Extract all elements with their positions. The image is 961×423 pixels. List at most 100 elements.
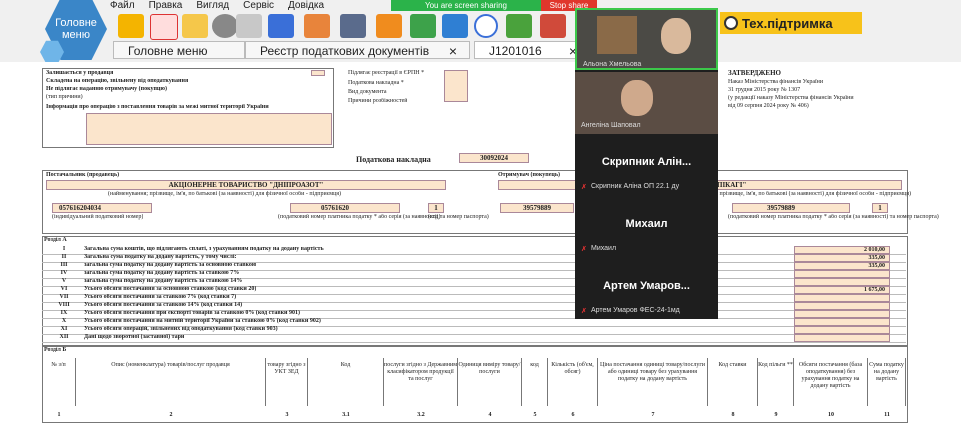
row-number: III — [60, 262, 68, 268]
menu-help[interactable]: Довідка — [288, 0, 324, 12]
row-value-field[interactable] — [794, 310, 890, 318]
open-folder-icon[interactable] — [182, 14, 208, 38]
settings-gear-icon[interactable] — [212, 14, 238, 38]
search-icon[interactable] — [474, 14, 498, 38]
participant-tile-active[interactable]: Альона Хмельова — [575, 8, 718, 70]
checkbox-field[interactable] — [311, 70, 325, 76]
seller-num: 1 — [434, 204, 438, 212]
check-icon[interactable] — [410, 14, 436, 38]
document-number-field[interactable]: 30092024 — [459, 153, 529, 163]
section-b-column-header: код — [522, 358, 548, 406]
sign-icon[interactable] — [442, 14, 468, 38]
tab-main-menu[interactable]: Головне меню — [113, 41, 245, 59]
section-b-column-header: товару згідно з УКТ ЗЕД — [266, 358, 308, 406]
pdf-icon[interactable] — [540, 14, 566, 38]
row-value: 335,00 — [868, 255, 886, 261]
row-value-field[interactable] — [794, 270, 890, 278]
support-icon — [724, 16, 738, 30]
row-value-field[interactable] — [794, 318, 890, 326]
participant-display-name: Михаил — [625, 218, 668, 230]
menu-file[interactable]: Файл — [110, 0, 135, 12]
seller-name-caption: (найменування; прізвище, ім'я, по батько… — [108, 191, 342, 197]
section-b-column-number: 8 — [731, 412, 735, 418]
header-row: Складена на операцію, звільнену від опод… — [46, 78, 189, 84]
seller-ipn-caption: (індивідуальний податковий номер) — [52, 214, 144, 220]
tab-tax-registry[interactable]: Реєстр податкових документів × — [245, 41, 470, 59]
buyer-code-field[interactable]: 39579889 — [732, 203, 850, 213]
tab-label: Головне меню — [128, 44, 208, 58]
delete-document-icon[interactable] — [150, 14, 178, 40]
participant-name: Ангеліна Шаповал — [581, 122, 641, 129]
row-number: XI — [60, 326, 68, 332]
buyer-ipn-field[interactable]: 39579889 — [500, 203, 574, 213]
row-text: Дані щодо зворотної (заставної) тари — [84, 334, 185, 340]
tab-close-icon[interactable]: × — [449, 42, 457, 60]
registration-fields[interactable] — [444, 70, 468, 102]
seller-num-caption: (код) — [428, 214, 441, 220]
row-value-field[interactable] — [794, 278, 890, 286]
participant-name: Альона Хмельова — [583, 61, 642, 68]
row-text: Усього обсяги постачання за ставкою 7% (… — [84, 294, 237, 300]
header-row: (тип причини) — [46, 94, 83, 100]
section-b-column-header: Код пільги ** — [758, 358, 794, 406]
seller-code-field[interactable]: 05761620 — [290, 203, 400, 213]
tech-support-button[interactable]: Тех.підтримка — [720, 12, 862, 34]
bookshelf-background — [597, 16, 637, 54]
section-b-column-header: Опис (номенклатура) товарів/послуг прода… — [76, 358, 266, 406]
print-icon[interactable] — [340, 14, 366, 38]
row-number: I — [62, 246, 66, 252]
add-document-icon[interactable] — [118, 14, 144, 38]
section-b-column-number: 4 — [488, 412, 492, 418]
muted-mic-icon: ✗ — [581, 184, 587, 191]
row-value-field[interactable] — [794, 334, 890, 342]
row-value-field[interactable] — [794, 294, 890, 302]
buyer-num-field[interactable]: 1 — [872, 203, 888, 213]
save-icon[interactable] — [268, 14, 294, 38]
row-value-field[interactable]: 1 675,00 — [794, 286, 890, 294]
participant-tile[interactable]: Михаил ✗ Михаил — [575, 198, 718, 258]
table-icon[interactable] — [506, 14, 532, 38]
copy-icon[interactable] — [236, 14, 262, 38]
section-b-column-header: Одиниця виміру товару/послуги — [458, 358, 522, 406]
section-b-column-number: 3.1 — [342, 412, 350, 418]
seller-label: Постачальник (продавець) — [46, 172, 120, 178]
seller-name: АКЦІОНЕРНЕ ТОВАРИСТВО "ДНІПРОАЗОТ" — [168, 181, 324, 189]
muted-mic-icon: ✗ — [581, 308, 587, 315]
approval-line: 31 грудня 2015 року № 1307 — [728, 87, 801, 93]
export-operation-fields[interactable] — [86, 113, 332, 145]
send-icon[interactable] — [376, 14, 402, 38]
support-label: Тех.підтримка — [742, 15, 833, 31]
row-number: VII — [59, 294, 69, 300]
section-b-label: Розділ Б — [44, 347, 67, 353]
participant-tile[interactable]: Ангеліна Шаповал — [575, 72, 718, 134]
menu-edit[interactable]: Правка — [149, 0, 183, 12]
seller-num-field[interactable]: 1 — [428, 203, 444, 213]
menu-view[interactable]: Вигляд — [196, 0, 229, 12]
menu-service[interactable]: Сервіс — [243, 0, 274, 12]
menu-bar: Файл Правка Вигляд Сервіс Довідка — [110, 0, 324, 12]
row-value-field[interactable] — [794, 326, 890, 334]
row-value-field[interactable]: 335,00 — [794, 262, 890, 270]
row-value-field[interactable] — [794, 302, 890, 310]
approval-title: ЗАТВЕРДЖЕНО — [728, 70, 781, 77]
section-b-column-number: 9 — [774, 412, 778, 418]
row-value-field[interactable]: 2 010,00 — [794, 246, 890, 254]
section-b-column-header: Кількість (об'єм, обсяг) — [548, 358, 598, 406]
seller-name-field[interactable]: АКЦІОНЕРНЕ ТОВАРИСТВО "ДНІПРОАЗОТ" — [46, 180, 446, 190]
meeting-video-panel: Альона Хмельова Ангеліна Шаповал Скрипни… — [575, 8, 718, 319]
seller-ipn-field[interactable]: 057616204034 — [52, 203, 152, 213]
export-icon[interactable] — [304, 14, 330, 38]
row-text: загальна сума податку на додану вартість… — [84, 270, 240, 276]
participant-tile[interactable]: Артем Умаров... ✗ Артем Умаров ФЕС-24-1м… — [575, 260, 718, 319]
screen-sharing-indicator: You are screen sharing — [391, 0, 541, 11]
seller-ipn: 057616204034 — [59, 204, 101, 212]
section-b-column-header: Сума податку на додану вартість — [868, 358, 906, 406]
tab-j1201016[interactable]: J1201016 × — [474, 41, 584, 59]
section-b-column-number: 2 — [169, 412, 173, 418]
header-row: Інформація про операцію з поставлення то… — [46, 104, 269, 110]
row-value-field[interactable]: 335,00 — [794, 254, 890, 262]
participant-name: Михаил — [591, 245, 617, 252]
buyer-code-caption: (податковий номер платника податку * або… — [728, 214, 939, 220]
participant-tile[interactable]: Скрипник Алін... ✗ Скрипник Аліна ОП 22.… — [575, 136, 718, 196]
header-row: Залишається у продавця — [46, 70, 114, 76]
